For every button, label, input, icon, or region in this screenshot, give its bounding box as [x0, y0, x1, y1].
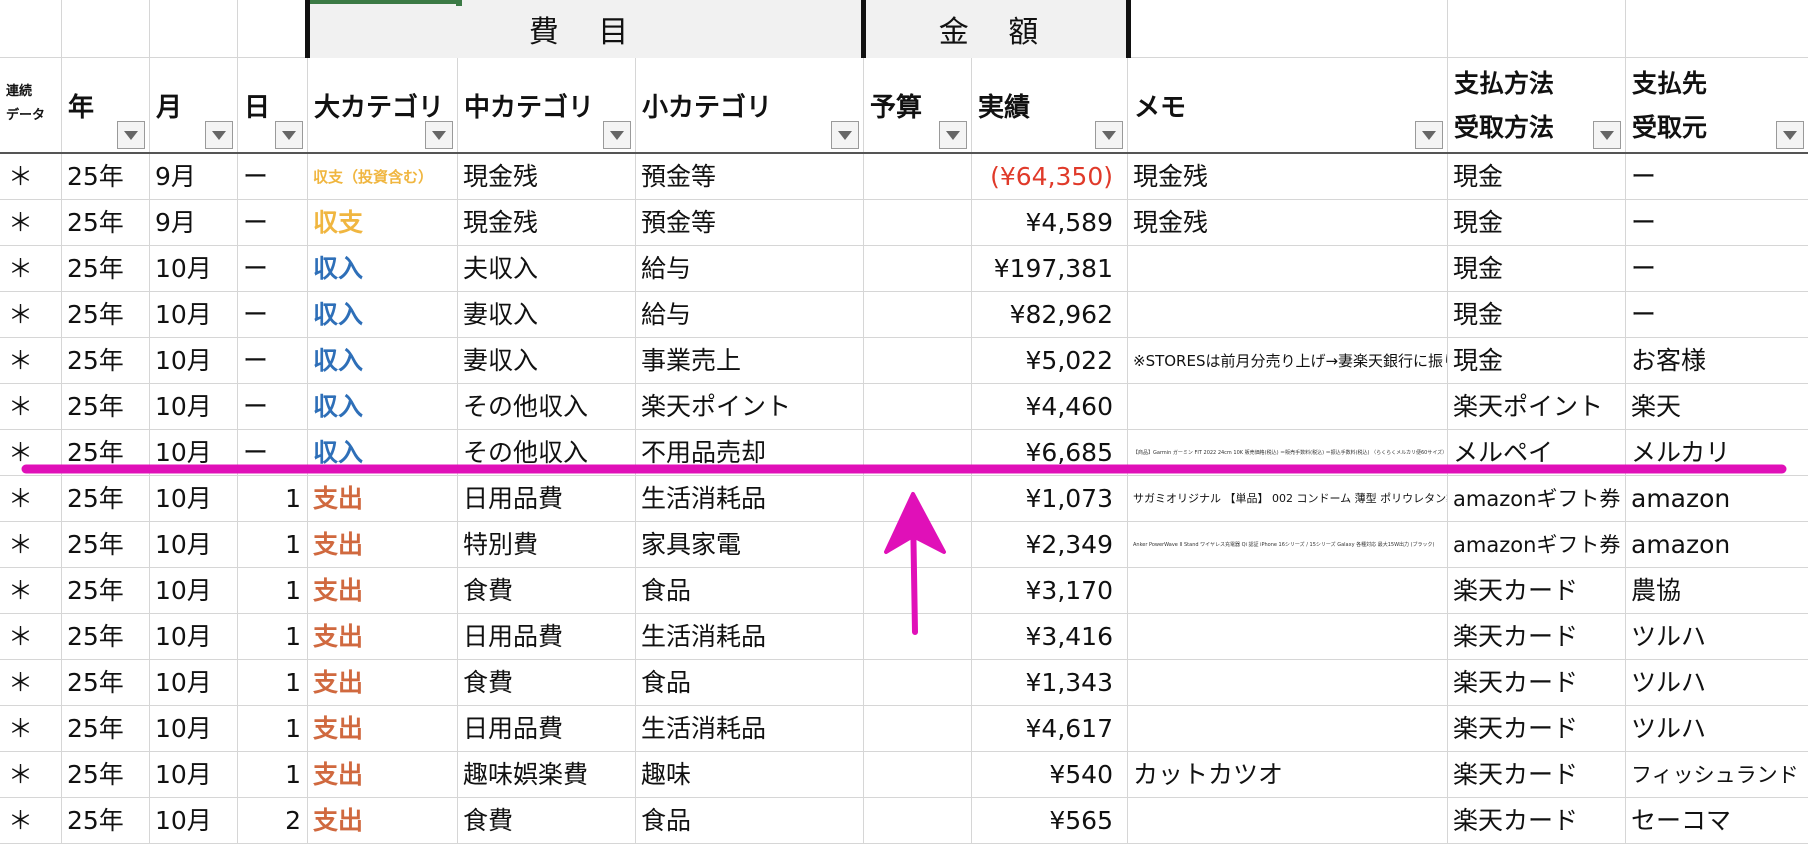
annotation-layer: [21, 464, 1787, 635]
spreadsheet: 費 目 金 額 連続 データ 年 月 日 大カテゴリ 中カテゴリ 小カテゴリ 予…: [0, 0, 1808, 844]
